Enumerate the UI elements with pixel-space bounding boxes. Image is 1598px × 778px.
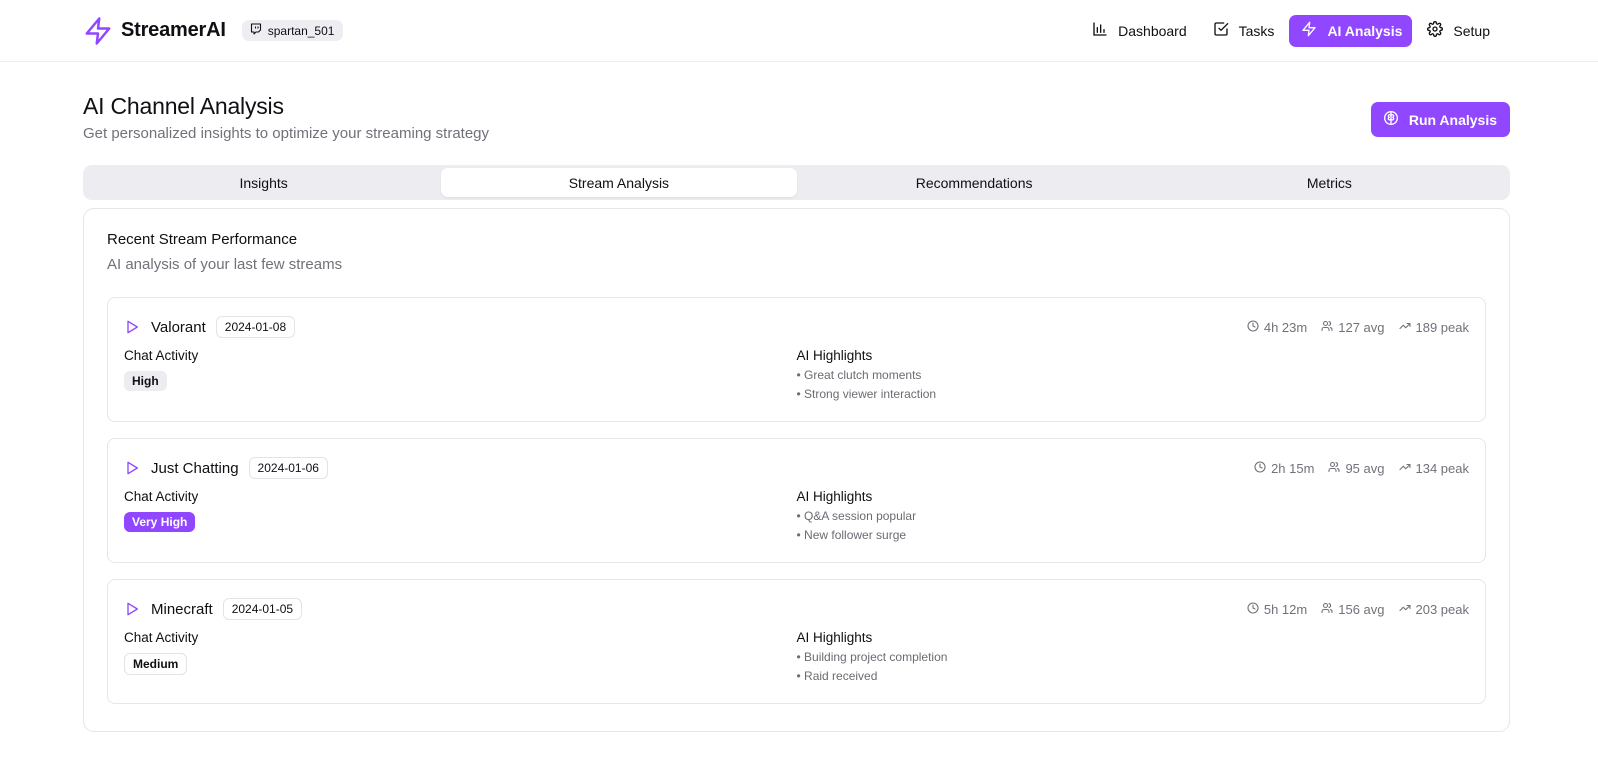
username-chip: spartan_501 (241, 20, 344, 41)
peak-viewers: 189 peak (1415, 319, 1470, 335)
peak-viewers: 203 peak (1415, 601, 1470, 617)
highlight-item: • Strong viewer interaction (796, 387, 937, 401)
nav-dashboard-label: Dashboard (1118, 22, 1187, 39)
avg-viewers: 127 avg (1338, 319, 1385, 335)
stream-duration: 4h 23m (1263, 319, 1308, 335)
clock-icon (1247, 601, 1259, 617)
zap-logo-icon (83, 16, 113, 46)
tab-metrics[interactable]: Metrics (1152, 168, 1507, 197)
top-navbar: StreamerAI spartan_501 Dashboard Tasks A… (0, 0, 1598, 62)
tab-recommendations[interactable]: Recommendations (797, 168, 1152, 197)
gear-icon (1427, 21, 1444, 40)
stream-performance-card: Recent Stream Performance AI analysis of… (83, 208, 1510, 732)
analysis-tabs: Insights Stream Analysis Recommendations… (83, 165, 1510, 200)
brain-icon (1383, 110, 1399, 129)
page-title: AI Channel Analysis (83, 93, 284, 119)
run-analysis-label: Run Analysis (1408, 111, 1497, 128)
highlight-item: • Q&A session popular (796, 509, 917, 523)
tab-stream-analysis[interactable]: Stream Analysis (441, 168, 797, 197)
page-subtitle: Get personalized insights to optimize yo… (83, 125, 490, 142)
users-icon (1321, 320, 1333, 335)
highlight-item: • New follower surge (796, 528, 907, 542)
chat-activity-label: Chat Activity (124, 489, 199, 504)
users-icon (1321, 602, 1333, 617)
ai-highlights-label: AI Highlights (796, 489, 873, 504)
clock-icon (1247, 319, 1259, 335)
play-icon (124, 319, 140, 335)
nav-ai-analysis-label: AI Analysis (1327, 22, 1403, 39)
main-content: AI Channel Analysis Get personalized ins… (0, 93, 1598, 732)
trending-up-icon (1398, 602, 1411, 617)
highlight-item: • Raid received (796, 669, 878, 683)
run-analysis-button[interactable]: Run Analysis (1370, 102, 1510, 137)
chat-activity-badge: High (124, 371, 167, 391)
avg-viewers: 95 avg (1345, 460, 1385, 476)
chat-activity-badge: Very High (124, 512, 196, 532)
nav-tasks-label: Tasks (1238, 22, 1275, 39)
users-icon (1328, 461, 1341, 476)
nav-setup[interactable]: Setup (1416, 15, 1501, 47)
card-subtitle: AI analysis of your last few streams (107, 256, 343, 273)
twitch-icon (250, 23, 262, 38)
stream-item[interactable]: Just Chatting 2024-01-06 2h 15m 95 avg 1… (107, 438, 1486, 563)
date-badge: 2024-01-05 (222, 598, 303, 620)
game-name: Minecraft (151, 600, 213, 618)
clock-icon (1254, 460, 1266, 476)
stream-item[interactable]: Minecraft 2024-01-05 5h 12m 156 avg 203 … (107, 579, 1486, 704)
stream-item[interactable]: Valorant 2024-01-08 4h 23m 127 avg 189 p… (107, 297, 1486, 422)
ai-highlights-label: AI Highlights (796, 348, 873, 363)
trending-up-icon (1398, 320, 1411, 335)
chat-activity-badge: Medium (124, 653, 188, 675)
stream-duration: 2h 15m (1271, 460, 1315, 476)
stream-stats: 2h 15m 95 avg 134 peak (1254, 461, 1469, 476)
chat-activity-label: Chat Activity (124, 630, 199, 645)
play-icon (124, 601, 140, 617)
ai-highlights-label: AI Highlights (796, 630, 873, 645)
card-title: Recent Stream Performance (107, 231, 298, 248)
highlight-item: • Building project completion (796, 650, 948, 664)
highlight-item: • Great clutch moments (796, 368, 922, 382)
bar-chart-icon (1092, 21, 1108, 40)
avg-viewers: 156 avg (1338, 601, 1385, 617)
stream-stats: 4h 23m 127 avg 189 peak (1247, 320, 1469, 335)
trending-up-icon (1398, 461, 1411, 476)
game-name: Valorant (151, 318, 206, 336)
username: spartan_501 (267, 23, 335, 38)
zap-icon (1301, 21, 1317, 40)
tab-insights[interactable]: Insights (86, 168, 441, 197)
play-icon (124, 460, 140, 476)
date-badge: 2024-01-08 (215, 316, 296, 338)
page-header: AI Channel Analysis Get personalized ins… (83, 93, 1510, 142)
main-nav: Dashboard Tasks AI Analysis Setup (1081, 14, 1501, 47)
game-name: Just Chatting (151, 459, 239, 477)
nav-ai-analysis[interactable]: AI Analysis (1289, 14, 1413, 47)
brand-name: StreamerAI (121, 19, 226, 41)
chat-activity-label: Chat Activity (124, 348, 199, 363)
date-badge: 2024-01-06 (248, 457, 328, 479)
nav-tasks[interactable]: Tasks (1202, 15, 1286, 47)
nav-setup-label: Setup (1453, 22, 1490, 39)
stream-stats: 5h 12m 156 avg 203 peak (1247, 602, 1469, 617)
stream-duration: 5h 12m (1263, 601, 1308, 617)
check-square-icon (1213, 21, 1229, 40)
peak-viewers: 134 peak (1415, 460, 1470, 476)
nav-dashboard[interactable]: Dashboard (1081, 15, 1198, 47)
brand[interactable]: StreamerAI spartan_501 (83, 16, 344, 46)
